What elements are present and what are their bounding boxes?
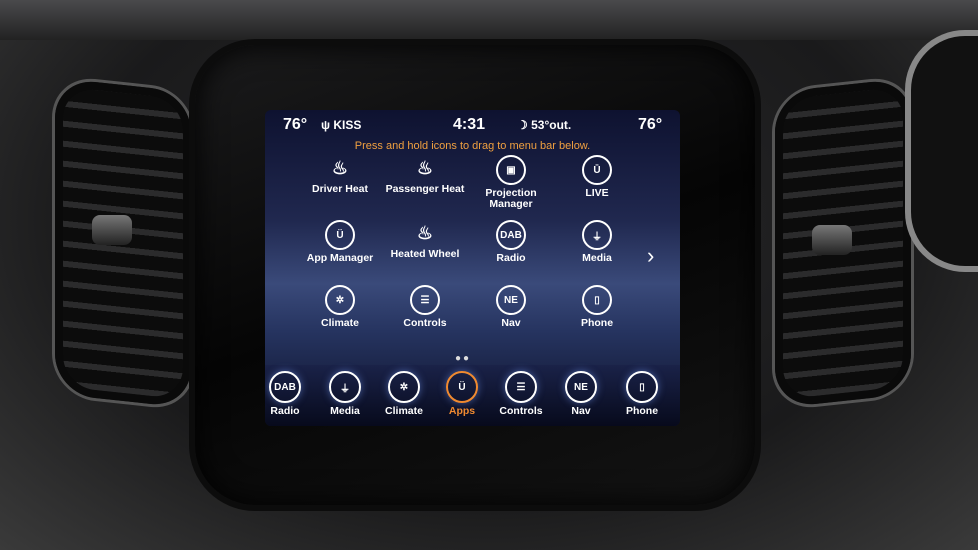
page-indicator: ●●	[455, 353, 472, 364]
app-manager-icon: Ü	[325, 220, 355, 250]
app-heated-wheel[interactable]: ♨ Heated Wheel	[380, 220, 470, 260]
phone-icon: ▯	[626, 371, 658, 403]
app-label: Heated Wheel	[390, 248, 460, 260]
menu-bar: DAB Radio ⏚ Media ✲ Climate Ü Apps ☰ Controls NE Na…	[265, 365, 680, 426]
clock: 4:31	[453, 116, 486, 133]
passenger-temp[interactable]: 76°	[638, 116, 662, 134]
app-label: Phone	[580, 317, 614, 329]
instrument-gauge	[905, 30, 978, 272]
apps-icon: Ü	[446, 371, 478, 403]
app-label: Media	[582, 252, 612, 264]
seat-heat-icon: ♨	[416, 157, 434, 178]
dock-nav[interactable]: NE Nav	[551, 371, 611, 417]
outside-temp: ☽ 53°out.	[517, 118, 572, 132]
dock-label: Controls	[499, 405, 543, 417]
heated-wheel-icon: ♨	[416, 222, 434, 243]
dock-label: Phone	[625, 405, 659, 417]
compass-icon: NE	[565, 371, 597, 403]
app-phone[interactable]: ▯ Phone	[552, 285, 642, 329]
dock-climate[interactable]: ✲ Climate	[374, 371, 434, 417]
app-label: Controls	[403, 317, 447, 329]
app-label: Projection Manager	[485, 187, 537, 210]
app-label: Passenger Heat	[385, 183, 465, 195]
antenna-icon: ψ	[321, 118, 334, 132]
usb-icon: ⏚	[582, 220, 612, 250]
app-label: Nav	[501, 317, 521, 329]
app-label: Driver Heat	[311, 183, 369, 195]
driver-temp[interactable]: 76°	[283, 116, 307, 134]
dock-label: Radio	[270, 405, 300, 417]
uconnect-live-icon: Ū	[582, 155, 612, 185]
usb-icon: ⏚	[329, 371, 361, 403]
seat-heat-icon: ♨	[331, 157, 349, 178]
climate-icon: ✲	[388, 371, 420, 403]
dock-label: Media	[330, 405, 360, 417]
app-driver-heat[interactable]: ♨ Driver Heat	[295, 155, 385, 195]
app-radio[interactable]: DAB Radio	[466, 220, 556, 264]
weather-icon: ☽	[517, 118, 532, 132]
dock-controls[interactable]: ☰ Controls	[491, 371, 551, 417]
app-climate[interactable]: ✲ Climate	[295, 285, 385, 329]
dock-apps[interactable]: Ü Apps	[432, 371, 492, 417]
phone-icon: ▯	[582, 285, 612, 315]
app-label: LIVE	[585, 187, 609, 199]
app-nav[interactable]: NE Nav	[466, 285, 556, 329]
dock-label: Climate	[385, 405, 423, 417]
app-media[interactable]: ⏚ Media	[552, 220, 642, 264]
dock-label: Nav	[571, 405, 591, 417]
app-passenger-heat[interactable]: ♨ Passenger Heat	[380, 155, 470, 195]
climate-icon: ✲	[325, 285, 355, 315]
vent-knob-right[interactable]	[812, 225, 852, 255]
drag-hint: Press and hold icons to drag to menu bar…	[354, 140, 591, 152]
dock-phone[interactable]: ▯ Phone	[612, 371, 672, 417]
dashboard-top	[0, 0, 978, 40]
projection-icon: ▣	[496, 155, 526, 185]
app-label: Radio	[496, 252, 526, 264]
dock-media[interactable]: ⏚ Media	[315, 371, 375, 417]
dab-icon: DAB	[496, 220, 526, 250]
radio-status[interactable]: ψ KISS	[321, 118, 361, 132]
chevron-right-icon[interactable]: ›	[647, 243, 654, 269]
compass-icon: NE	[496, 285, 526, 315]
controls-icon: ☰	[410, 285, 440, 315]
app-label: Climate	[321, 317, 359, 329]
dock-radio[interactable]: DAB Radio	[265, 371, 315, 417]
vent-knob-left[interactable]	[92, 215, 132, 245]
controls-icon: ☰	[505, 371, 537, 403]
app-app-manager[interactable]: Ü App Manager	[295, 220, 385, 264]
dab-icon: DAB	[269, 371, 301, 403]
app-label: App Manager	[306, 252, 374, 264]
app-live[interactable]: Ū LIVE	[552, 155, 642, 199]
infotainment-screen: 76° ψ KISS 4:31 ☽ 53°out. 76° Press and …	[265, 110, 680, 426]
app-projection-manager[interactable]: ▣ Projection Manager	[466, 155, 556, 210]
dock-label: Apps	[448, 405, 476, 417]
app-controls[interactable]: ☰ Controls	[380, 285, 470, 329]
